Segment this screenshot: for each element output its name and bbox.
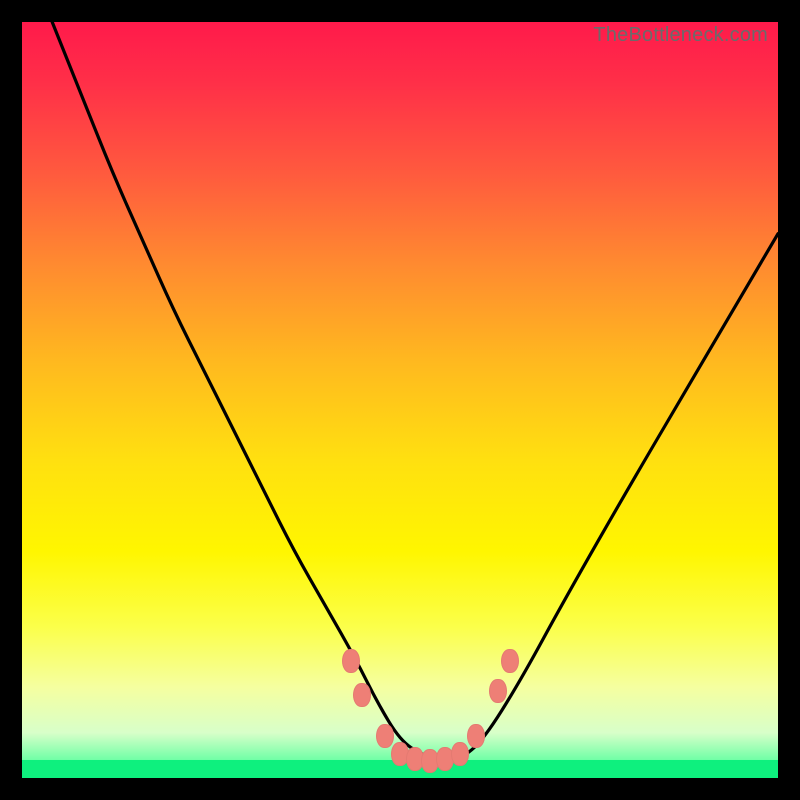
plot-area: TheBottleneck.com xyxy=(22,22,778,778)
background-gradient xyxy=(22,22,778,778)
curve-marker xyxy=(451,742,469,766)
watermark-text: TheBottleneck.com xyxy=(593,24,768,47)
curve-marker xyxy=(501,649,519,673)
chart-frame: TheBottleneck.com xyxy=(0,0,800,800)
curve-marker xyxy=(342,649,360,673)
curve-marker xyxy=(489,679,507,703)
curve-marker xyxy=(353,683,371,707)
curve-marker xyxy=(376,724,394,748)
curve-marker xyxy=(467,724,485,748)
